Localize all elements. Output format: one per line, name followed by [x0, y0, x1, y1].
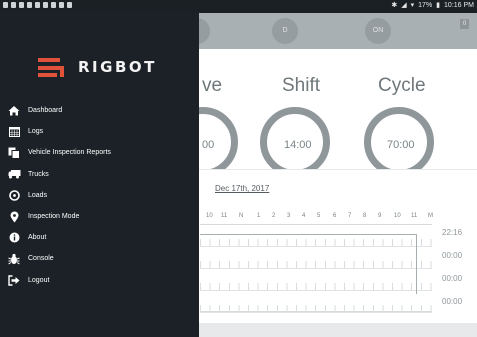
row-total: 22:16	[442, 228, 463, 237]
rigbot-logo-mark	[38, 55, 67, 79]
hour-label: 11	[221, 213, 228, 219]
home-icon	[7, 105, 21, 117]
menu-item-dashboard[interactable]: Dashboard	[0, 100, 199, 121]
shift-clock-value: 14:00	[284, 139, 312, 151]
battery-icon: ▮	[436, 2, 441, 9]
drawer-menu: Dashboard Logs Vehicle Inspection Report…	[0, 100, 199, 291]
battery-percent: 17%	[418, 2, 433, 9]
menu-item-vehicle-inspection-reports[interactable]: Vehicle Inspection Reports	[0, 142, 199, 163]
notification-icon	[43, 2, 48, 8]
menu-item-logout[interactable]: Logout	[0, 270, 199, 291]
rigbot-logo: RIGBOT	[38, 55, 157, 79]
hour-label: 4	[302, 213, 306, 219]
copy-documents-icon	[7, 147, 21, 159]
wifi-icon: ▾	[410, 2, 415, 9]
hour-label: 2	[272, 213, 276, 219]
hour-label: 8	[363, 213, 367, 219]
notification-icon	[27, 2, 32, 8]
notification-icon	[59, 2, 64, 8]
menu-item-trucks[interactable]: Trucks	[0, 164, 199, 185]
row-total: 00:00	[442, 251, 463, 260]
notification-icon	[19, 2, 24, 8]
clock-time: 10:16 PM	[444, 2, 474, 9]
off-duty-row	[200, 225, 432, 247]
hour-label: 10	[394, 213, 401, 219]
driving-status-button[interactable]: D	[272, 18, 298, 44]
brand-name: RIGBOT	[78, 58, 157, 76]
truck-icon	[7, 168, 21, 180]
menu-item-label: Logs	[28, 128, 44, 136]
menu-item-label: Vehicle Inspection Reports	[28, 149, 111, 157]
duty-status-change-line	[416, 234, 417, 294]
hour-label: 11	[411, 213, 418, 219]
hour-label: M	[428, 213, 433, 219]
navigation-drawer: RIGBOT Dashboard Logs Vehicle Inspection…	[0, 13, 199, 337]
notification-icon	[11, 2, 16, 8]
map-marker-icon	[7, 211, 21, 223]
hour-label: 10	[206, 213, 213, 219]
notification-icon	[67, 2, 72, 8]
cycle-clock-value: 70:00	[387, 139, 415, 151]
hour-label: 1	[257, 213, 261, 219]
log-grid	[200, 224, 432, 313]
hour-label: 3	[287, 213, 291, 219]
load-disc-icon	[7, 189, 21, 201]
menu-item-about[interactable]: About	[0, 227, 199, 248]
notification-icon	[35, 2, 40, 8]
sleeper-row	[200, 247, 432, 269]
drive-clock-title: ve	[202, 75, 223, 96]
calendar-icon	[7, 126, 21, 138]
row-total: 00:00	[442, 274, 463, 283]
menu-item-inspection-mode[interactable]: Inspection Mode	[0, 206, 199, 227]
shift-clock-title: Shift	[282, 75, 321, 96]
hour-label: 6	[333, 213, 337, 219]
notification-icon	[3, 2, 8, 8]
menu-item-label: Logout	[28, 276, 50, 284]
menu-item-label: About	[28, 234, 47, 242]
menu-item-label: Loads	[28, 191, 48, 199]
hour-label: 7	[348, 213, 352, 219]
info-icon	[7, 232, 21, 244]
system-status: ✱ ◢ ▾ 17% ▮ 10:16 PM	[391, 2, 474, 10]
drive-clock-value: 00	[202, 139, 215, 151]
signal-icon: ◢	[401, 2, 407, 9]
menu-item-label: Dashboard	[28, 107, 63, 115]
status-bar: ✱ ◢ ▾ 17% ▮ 10:16 PM	[0, 0, 477, 13]
on-duty-row	[200, 291, 432, 313]
notification-badge[interactable]: 0	[460, 19, 469, 29]
menu-item-label: Trucks	[28, 170, 49, 178]
sign-out-icon	[7, 274, 21, 286]
hour-label: 5	[317, 213, 321, 219]
menu-item-label: Console	[28, 255, 54, 263]
menu-item-label: Inspection Mode	[28, 213, 80, 221]
notification-icons	[3, 2, 72, 8]
driving-row	[200, 269, 432, 291]
on-duty-status-button[interactable]: ON	[365, 18, 391, 44]
bluetooth-icon: ✱	[391, 2, 398, 9]
bug-icon	[7, 253, 21, 265]
duty-status-line	[200, 234, 416, 235]
hour-label: 9	[378, 213, 382, 219]
hour-label: N	[239, 213, 244, 219]
menu-item-loads[interactable]: Loads	[0, 185, 199, 206]
row-total: 00:00	[442, 297, 463, 306]
log-date-link[interactable]: Dec 17th, 2017	[215, 184, 269, 193]
menu-item-logs[interactable]: Logs	[0, 121, 199, 142]
notification-icon	[51, 2, 56, 8]
menu-item-console[interactable]: Console	[0, 248, 199, 269]
cycle-clock-title: Cycle	[378, 75, 426, 96]
